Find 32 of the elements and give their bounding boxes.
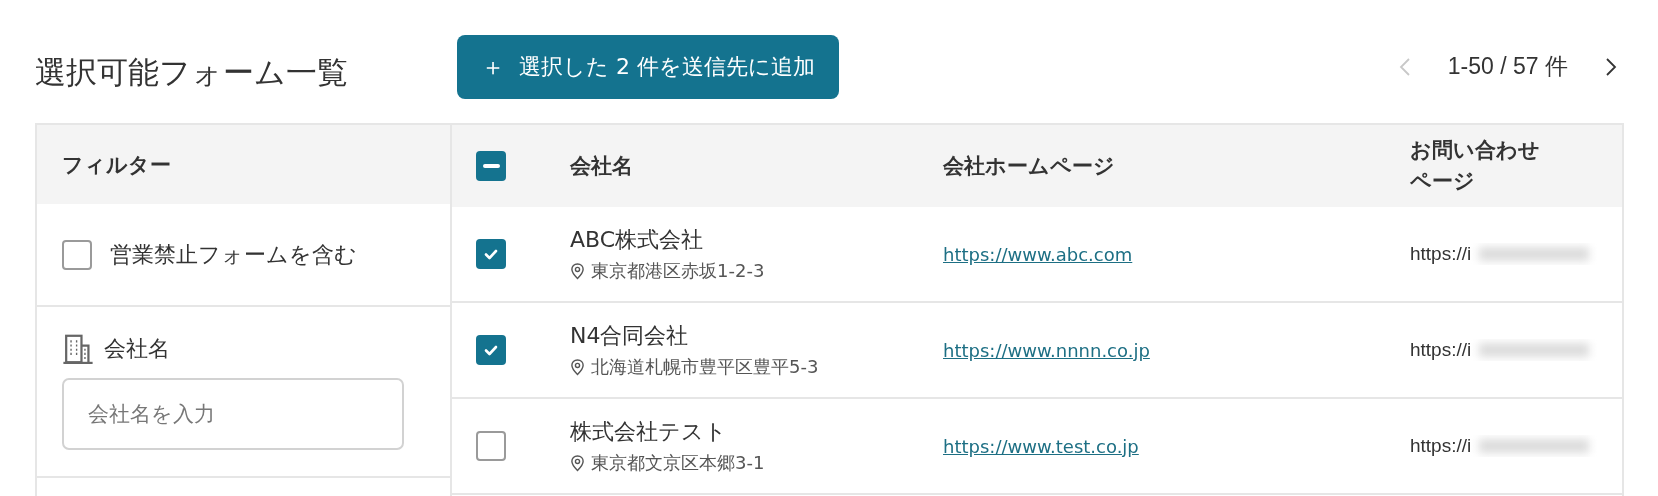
page-title: 選択可能フォーム一覧: [35, 52, 349, 92]
row-checkbox[interactable]: [476, 431, 506, 461]
row-checkbox[interactable]: [476, 239, 506, 269]
company-name: 株式会社テスト: [570, 418, 727, 446]
homepage-link[interactable]: https://www.abc.com: [943, 243, 1133, 265]
building-icon: [62, 333, 94, 365]
contact-url: https://i: [1410, 435, 1472, 457]
homepage-link[interactable]: https://www.nnnn.co.jp: [943, 339, 1150, 361]
column-header: 会社ホームページ: [943, 154, 1115, 178]
company-name: ABC株式会社: [570, 226, 704, 254]
minus-icon: [482, 164, 500, 168]
contact-url: https://i: [1410, 243, 1472, 265]
company-address: 北海道札幌市豊平区豊平5-3: [591, 355, 819, 379]
location-pin-icon: [570, 262, 585, 280]
company-address: 東京都文京区本郷3-1: [591, 451, 765, 475]
company-name-field[interactable]: 会社名を入力: [62, 378, 404, 450]
add-to-recipients-button[interactable]: ＋ 選択した 2 件を送信先に追加: [457, 34, 839, 99]
company-name: N4合同会社: [570, 322, 689, 350]
filter-title: フィルター: [62, 151, 171, 179]
column-header: 会社名: [570, 154, 633, 178]
checkbox[interactable]: [62, 239, 92, 270]
column-header: お問い合わせページ: [1410, 136, 1541, 195]
row-checkbox[interactable]: [476, 335, 506, 365]
checkbox-label: 営業禁止フォームを含む: [110, 240, 357, 269]
contact-url: https://i: [1410, 339, 1472, 361]
company-address: 東京都港区赤坂1-2-3: [591, 259, 765, 283]
location-pin-icon: [570, 358, 585, 376]
location-pin-icon: [570, 454, 585, 472]
select-all-checkbox[interactable]: [476, 151, 506, 181]
homepage-link[interactable]: https://www.test.co.jp: [943, 435, 1139, 457]
page-range: 1-50 / 57 件: [1447, 52, 1568, 81]
field-label: 会社名: [104, 335, 170, 363]
